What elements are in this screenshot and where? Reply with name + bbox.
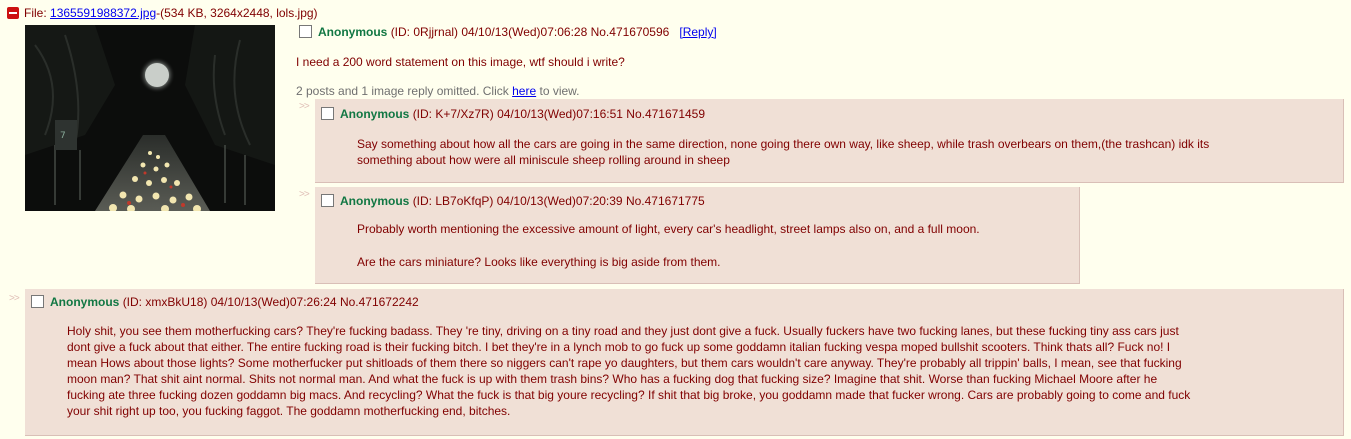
message-line: fucking ate three fucking dozen goddamn … bbox=[67, 388, 1191, 402]
reply-post: Anonymous (ID: LB7oKfqP) 04/10/13(Wed)07… bbox=[315, 187, 1080, 284]
omitted-suffix: to view. bbox=[539, 84, 580, 98]
expand-thread-link[interactable]: here bbox=[512, 84, 536, 98]
post-datetime: 04/10/13(Wed)07:16:51 bbox=[497, 107, 623, 121]
op-post-header: Anonymous (ID: 0Rjjrnal) 04/10/13(Wed)07… bbox=[299, 25, 717, 39]
reply-arrows: >> bbox=[299, 189, 310, 200]
minus-icon[interactable] bbox=[7, 7, 19, 19]
op-message: I need a 200 word statement on this imag… bbox=[296, 55, 625, 69]
reply-header: Anonymous (ID: K+7/Xz7R) 04/10/13(Wed)07… bbox=[321, 107, 705, 121]
poster-name: Anonymous bbox=[340, 194, 410, 208]
reply-message: Holy shit, you see them motherfucking ca… bbox=[67, 323, 1190, 419]
checkbox-icon[interactable] bbox=[31, 295, 44, 308]
file-label: File: bbox=[24, 6, 47, 20]
reply-post: Anonymous (ID: K+7/Xz7R) 04/10/13(Wed)07… bbox=[315, 99, 1344, 183]
message-line: Say something about how all the cars are… bbox=[357, 137, 1210, 151]
op-thumbnail[interactable]: 7 bbox=[25, 25, 275, 211]
file-info: -(534 KB, 3264x2448, lols.jpg) bbox=[156, 6, 318, 20]
reply-post: Anonymous (ID: xmxBkU18) 04/10/13(Wed)07… bbox=[25, 289, 1344, 436]
post-number[interactable]: No.471672242 bbox=[340, 295, 419, 309]
message-line: Are the cars miniature? Looks like every… bbox=[357, 255, 721, 269]
message-line: mean Hows about those lights? Some mothe… bbox=[67, 356, 1182, 370]
reply-header: Anonymous (ID: LB7oKfqP) 04/10/13(Wed)07… bbox=[321, 194, 705, 208]
checkbox-icon[interactable] bbox=[299, 25, 312, 38]
message-line: your shit right up too, you fucking fagg… bbox=[67, 404, 511, 418]
poster-name: Anonymous bbox=[340, 107, 410, 121]
message-line: Holy shit, you see them motherfucking ca… bbox=[67, 324, 1179, 338]
post-datetime: 04/10/13(Wed)07:06:28 bbox=[461, 25, 588, 39]
poster-id: (ID: xmxBkU18) bbox=[122, 295, 208, 309]
svg-text:7: 7 bbox=[60, 131, 66, 141]
poster-id: (ID: K+7/Xz7R) bbox=[412, 107, 494, 121]
reply-arrows: >> bbox=[9, 293, 20, 304]
reply-header: Anonymous (ID: xmxBkU18) 04/10/13(Wed)07… bbox=[31, 295, 419, 309]
file-link[interactable]: 1365591988372.jpg bbox=[50, 6, 156, 20]
message-line: dont give a fuck about that either. The … bbox=[67, 340, 1171, 354]
checkbox-icon[interactable] bbox=[321, 107, 334, 120]
post-datetime: 04/10/13(Wed)07:26:24 bbox=[210, 295, 337, 309]
poster-name: Anonymous bbox=[50, 295, 120, 309]
post-number[interactable]: No.471670596 bbox=[591, 25, 670, 39]
reply-arrows: >> bbox=[299, 101, 310, 112]
omitted-text: 2 posts and 1 image reply omitted. Click bbox=[296, 84, 509, 98]
post-number[interactable]: No.471671775 bbox=[626, 194, 705, 208]
message-line: Probably worth mentioning the excessive … bbox=[357, 222, 980, 236]
poster-id: (ID: 0Rjjrnal) bbox=[390, 25, 459, 39]
poster-id: (ID: LB7oKfqP) bbox=[412, 194, 494, 208]
poster-name: Anonymous bbox=[318, 25, 388, 39]
checkbox-icon[interactable] bbox=[321, 194, 334, 207]
op-file-line: File: 1365591988372.jpg-(534 KB, 3264x24… bbox=[7, 6, 318, 20]
message-line: something about how were all miniscule s… bbox=[357, 153, 730, 167]
reply-message: Say something about how all the cars are… bbox=[357, 136, 1209, 168]
post-number[interactable]: No.471671459 bbox=[626, 107, 705, 121]
message-line: moon man? That shit aint normal. Shits n… bbox=[67, 372, 1158, 386]
reply-link[interactable]: [Reply] bbox=[679, 25, 716, 39]
night-road-image: 7 bbox=[25, 25, 275, 211]
post-datetime: 04/10/13(Wed)07:20:39 bbox=[496, 194, 623, 208]
omitted-posts-notice: 2 posts and 1 image reply omitted. Click… bbox=[296, 84, 580, 98]
